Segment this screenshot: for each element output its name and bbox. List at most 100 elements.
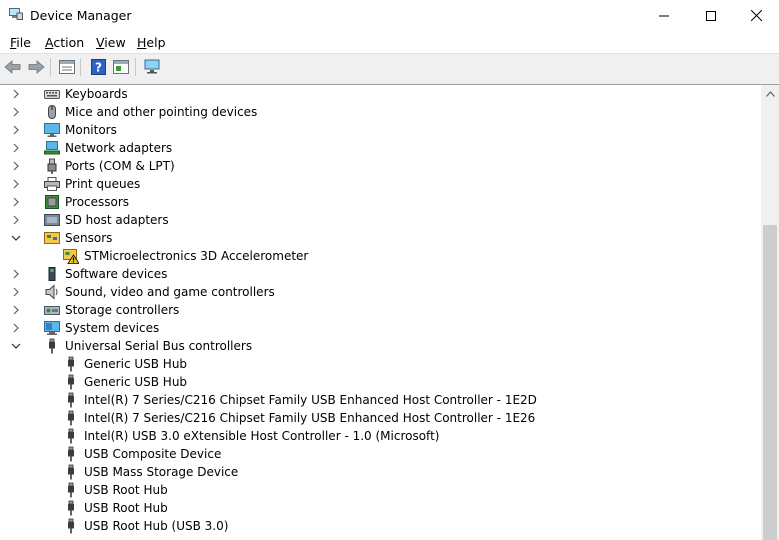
chevron-right-icon[interactable] (11, 107, 21, 117)
device-label: USB Root Hub (84, 483, 168, 497)
menu-file[interactable]: File (10, 35, 31, 50)
device-category[interactable]: System devices (13, 319, 160, 337)
device-category[interactable]: Network adapters (13, 139, 172, 157)
toolbar: ? (0, 54, 779, 80)
printer-icon (44, 177, 60, 191)
menu-help[interactable]: Help (137, 35, 166, 50)
software-device-icon (48, 267, 56, 281)
device-label: Intel(R) USB 3.0 eXtensible Host Control… (84, 429, 440, 443)
device-label: System devices (65, 321, 160, 335)
usb-icon (68, 374, 74, 390)
usb-icon (68, 410, 74, 426)
device-label: Universal Serial Bus controllers (65, 339, 253, 353)
help-icon: ? (90, 59, 106, 75)
menu-help-label: elp (146, 35, 166, 50)
menu-action-label: ction (53, 35, 85, 50)
vertical-scrollbar[interactable] (761, 85, 779, 540)
device-item[interactable]: USB Root Hub (USB 3.0) (63, 517, 228, 535)
chevron-right-icon[interactable] (11, 89, 21, 99)
svg-text:?: ? (95, 61, 102, 75)
chevron-right-icon[interactable] (11, 215, 21, 225)
sd-card-icon (44, 214, 60, 226)
chevron-right-icon[interactable] (11, 143, 21, 153)
device-category[interactable]: SD host adapters (13, 211, 169, 229)
device-item[interactable]: Generic USB Hub (63, 355, 187, 373)
device-label: USB Root Hub (84, 501, 168, 515)
device-item[interactable]: Generic USB Hub (63, 373, 187, 391)
device-category[interactable]: Mice and other pointing devices (13, 103, 257, 121)
device-label: USB Composite Device (84, 447, 222, 461)
device-category[interactable]: Processors (13, 193, 130, 211)
update-driver-button[interactable] (111, 57, 131, 77)
close-button[interactable] (733, 0, 779, 31)
chevron-right-icon[interactable] (11, 161, 21, 171)
back-button[interactable] (3, 57, 23, 77)
keyboard-icon (44, 90, 60, 99)
chevron-right-icon[interactable] (11, 125, 21, 135)
minimize-button[interactable] (641, 0, 687, 31)
device-label: Generic USB Hub (84, 357, 188, 371)
close-icon (750, 10, 762, 21)
toolbar-separator (80, 58, 81, 76)
device-category[interactable]: Print queues (13, 175, 140, 193)
help-button[interactable]: ? (88, 57, 108, 77)
device-category[interactable]: Ports (COM & LPT) (13, 157, 175, 175)
device-label: Storage controllers (65, 303, 180, 317)
chevron-up-icon (765, 91, 775, 97)
device-label: Intel(R) 7 Series/C216 Chipset Family US… (84, 411, 536, 425)
device-item[interactable]: USB Root Hub (63, 499, 168, 517)
system-device-icon (44, 321, 60, 335)
scan-hardware-icon (144, 59, 160, 74)
chevron-right-icon[interactable] (11, 269, 21, 279)
chevron-right-icon[interactable] (11, 323, 21, 333)
device-item[interactable]: Intel(R) 7 Series/C216 Chipset Family US… (63, 409, 535, 427)
device-item[interactable]: Intel(R) 7 Series/C216 Chipset Family US… (63, 391, 537, 409)
device-category[interactable]: Sensors (11, 229, 112, 247)
device-tree: Keyboards Mice and other pointing devices… (0, 85, 761, 540)
device-category[interactable]: Monitors (13, 121, 117, 139)
scrollbar-thumb[interactable] (763, 225, 777, 540)
device-category[interactable]: Keyboards (13, 85, 128, 103)
device-label: Ports (COM & LPT) (65, 159, 175, 173)
menu-view[interactable]: View (96, 35, 126, 50)
device-item[interactable]: STMicroelectronics 3D Accelerometer (63, 247, 308, 265)
sensor-icon (44, 232, 60, 244)
usb-icon (68, 482, 74, 498)
chevron-right-icon[interactable] (11, 305, 21, 315)
device-category[interactable]: Software devices (13, 265, 167, 283)
device-item[interactable]: Intel(R) USB 3.0 eXtensible Host Control… (63, 427, 439, 445)
device-label: Generic USB Hub (84, 375, 188, 389)
maximize-button[interactable] (688, 0, 734, 31)
scroll-up-button[interactable] (761, 85, 779, 103)
toolbar-separator (50, 58, 51, 76)
monitor-icon (44, 123, 60, 137)
chevron-right-icon[interactable] (11, 197, 21, 207)
chevron-right-icon[interactable] (11, 287, 21, 297)
device-label: Sound, video and game controllers (65, 285, 275, 299)
scan-hardware-button[interactable] (143, 57, 163, 77)
device-label: Processors (65, 195, 130, 209)
chevron-down-icon[interactable] (11, 233, 21, 243)
device-item[interactable]: USB Composite Device (63, 445, 221, 463)
device-category[interactable]: Storage controllers (13, 301, 180, 319)
title-bar: Device Manager (0, 0, 779, 31)
properties-button[interactable] (57, 57, 77, 77)
speaker-icon (45, 284, 58, 300)
menu-help-accel: H (137, 35, 147, 50)
chevron-down-icon[interactable] (11, 341, 21, 351)
minimize-icon (659, 15, 669, 16)
device-item[interactable]: USB Root Hub (63, 481, 168, 499)
device-category[interactable]: Sound, video and game controllers (13, 283, 275, 301)
forward-arrow-icon (28, 60, 45, 74)
menu-action[interactable]: Action (45, 35, 84, 50)
usb-icon (68, 518, 74, 534)
properties-icon (59, 60, 75, 74)
chevron-right-icon[interactable] (11, 179, 21, 189)
usb-icon (68, 500, 74, 516)
device-category[interactable]: Universal Serial Bus controllers (11, 337, 253, 355)
device-item[interactable]: USB Mass Storage Device (63, 463, 238, 481)
mouse-icon (48, 105, 56, 119)
device-label: USB Mass Storage Device (84, 465, 239, 479)
processor-icon (45, 195, 59, 209)
forward-button[interactable] (26, 57, 46, 77)
